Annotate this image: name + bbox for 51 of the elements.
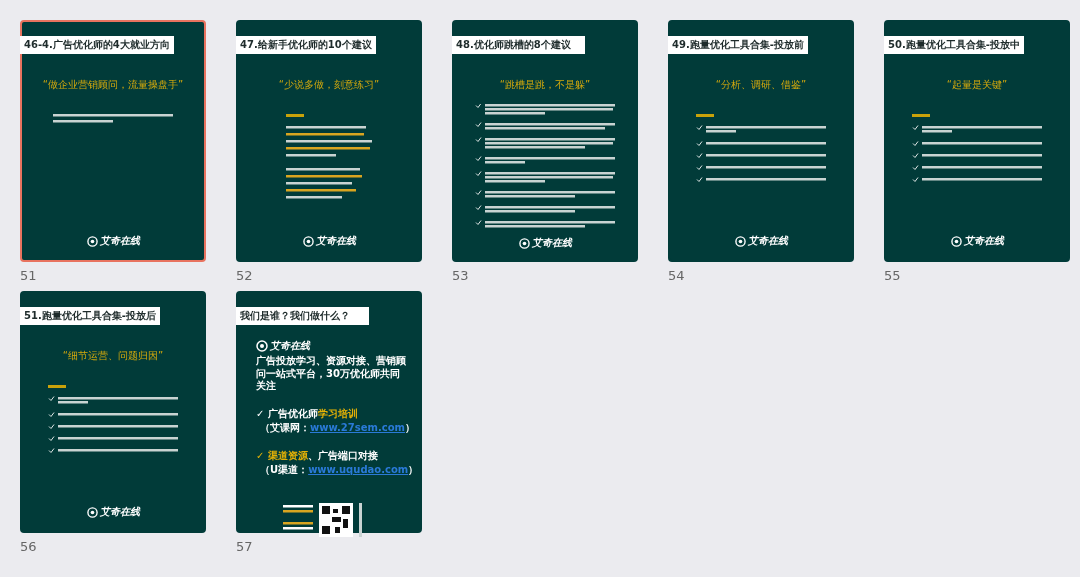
site-label: （U渠道： xyxy=(260,463,309,475)
slide-quote: “少说多做，刻意练习” xyxy=(278,78,380,92)
slide-thumbnail[interactable]: 50.跑量优化工具合集-投放中 “起量是关键” 艾奇在线 xyxy=(884,20,1070,262)
logo-text: 艾奇在线 xyxy=(531,236,572,250)
slide-number: 54 xyxy=(668,268,686,283)
intro-text: 广告投放学习、资源对接、营销顾问一站式平台，30万优化师共同关注 xyxy=(256,355,406,393)
slide-number: 55 xyxy=(884,268,902,283)
slide-title: 49.跑量优化工具合集-投放前 xyxy=(668,36,808,54)
slide-quote: “起量是关键” xyxy=(946,78,1008,92)
logo-text: 艾奇在线 xyxy=(747,234,788,248)
slide-title: 46-4.广告优化师的4大就业方向 xyxy=(20,36,174,54)
logo-icon xyxy=(86,235,98,247)
slide-title: 50.跑量优化工具合集-投放中 xyxy=(884,36,1024,54)
slide-thumbnail[interactable]: 47.给新手优化师的10个建议 “少说多做，刻意练习” 艾奇在线 xyxy=(236,20,422,262)
slide-quote: “分析、调研、借鉴” xyxy=(715,78,807,92)
slide-number: 51 xyxy=(20,268,38,283)
slide-thumbnail[interactable]: 48.优化师跳槽的8个建议 “跳槽是跳，不是躲” 艾奇在线 xyxy=(452,20,638,262)
slide-thumbnail[interactable]: 46-4.广告优化师的4大就业方向 “做企业营销顾问，流量操盘手” 艾奇在线 xyxy=(20,20,206,262)
offer-text: 、广告端口对接 xyxy=(307,449,378,461)
site-label: ） xyxy=(404,421,415,433)
logo-icon xyxy=(256,340,268,352)
slide-number: 56 xyxy=(20,539,38,554)
logo-text: 艾奇在线 xyxy=(99,505,140,519)
site-label: ） xyxy=(408,463,419,475)
slide-title: 48.优化师跳槽的8个建议 xyxy=(452,36,585,54)
site-label: （艾课网： xyxy=(260,421,310,433)
logo-text: 艾奇在线 xyxy=(315,234,356,248)
logo-icon xyxy=(734,235,746,247)
slide-thumbnail[interactable]: 51.跑量优化工具合集-投放后 “细节运营、问题归因” 艾奇在线 xyxy=(20,291,206,533)
slide-number: 52 xyxy=(236,268,254,283)
slide-quote: “做企业营销顾问，流量操盘手” xyxy=(42,78,184,92)
logo-icon xyxy=(518,237,530,249)
logo-text: 艾奇在线 xyxy=(963,234,1004,248)
slide-number: 57 xyxy=(236,539,254,554)
offer-text: 广告优化师 xyxy=(267,407,318,419)
slide-thumbnail[interactable]: 49.跑量优化工具合集-投放前 “分析、调研、借鉴” 艾奇在线 xyxy=(668,20,854,262)
slide-quote: “跳槽是跳，不是躲” xyxy=(499,78,591,92)
slide-title: 47.给新手优化师的10个建议 xyxy=(236,36,376,54)
check-mark: ✓ xyxy=(256,449,265,461)
slide-title: 51.跑量优化工具合集-投放后 xyxy=(20,307,160,325)
logo-icon xyxy=(86,506,98,518)
logo-text: 艾奇在线 xyxy=(99,234,140,248)
logo-icon xyxy=(302,235,314,247)
slide-title: 我们是谁？我们做什么？ xyxy=(236,307,369,325)
offer-text: 渠道资源 xyxy=(267,449,308,461)
offer-text: 学习培训 xyxy=(317,407,358,419)
slide-quote: “细节运营、问题归因” xyxy=(62,349,164,363)
logo-icon xyxy=(950,235,962,247)
slide-number: 53 xyxy=(452,268,470,283)
logo-text: 艾奇在线 xyxy=(270,339,310,353)
check-mark: ✓ xyxy=(256,407,265,419)
